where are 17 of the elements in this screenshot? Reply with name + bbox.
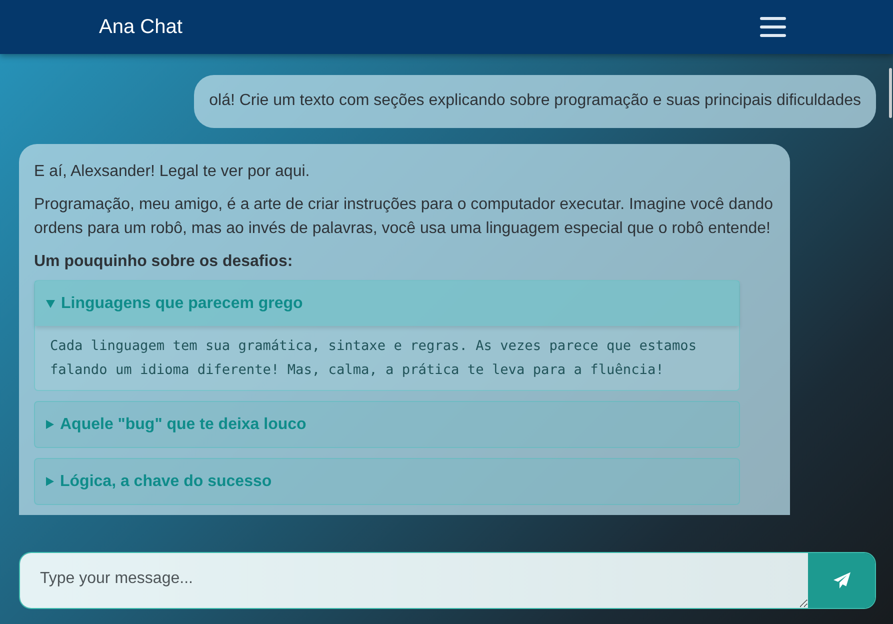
triangle-down-icon [46,300,55,308]
message-input[interactable]: Type your message... [20,553,808,608]
section-heading: Um pouquinho sobre os desafios: [34,252,294,272]
section-body-text: Cada linguagem tem sua gramática, sintaxe e regras. As vezes parece que estamos falando um idioma diferente! Mas, calma, a prática te leva para a fluência! [49,337,698,380]
send-button[interactable] [808,553,875,608]
section-toggle[interactable]: Lógica, a chave do sucesso [35,459,739,504]
paper-plane-icon [832,572,850,589]
user-message: olá! Crie um texto com seções explicando sobre programação e suas principais dificuldades [194,75,876,128]
section-toggle[interactable]: Aquele "bug" que te deixa louco [35,402,739,447]
message-paragraph: Programação, meu amigo, é a arte de criar instruções para o computador executar. Imagine você dando ordens para um robô, mas ao invés de palavras, você usa uma linguagem especial que o robô entende! [34,195,774,239]
section-toggle[interactable]: Linguagens que parecem grego [35,281,739,326]
triangle-right-icon [46,420,54,429]
app-title: Ana Chat [99,16,182,38]
scrollbar-thumb[interactable] [889,68,892,118]
message-paragraph: E aí, Alexsander! Legal te ver por aqui. [34,162,311,182]
menu-icon[interactable] [760,16,786,38]
triangle-right-icon [46,477,54,486]
